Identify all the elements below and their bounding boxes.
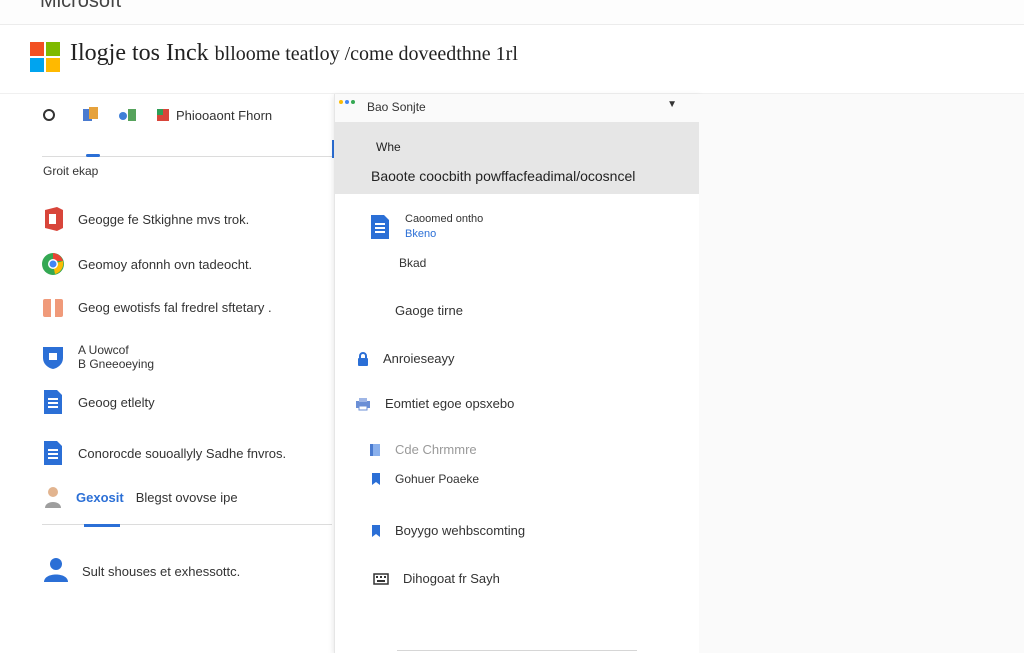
page-title-main: Ilogje tos Inck <box>70 40 209 66</box>
section-label: Groit ekap <box>43 164 99 178</box>
apps-icon <box>119 109 136 121</box>
list-item-label: Geomoy afonnh ovn tadeocht. <box>78 256 253 272</box>
chevron-down-icon[interactable]: ▼ <box>667 99 677 110</box>
document-icon <box>157 109 169 121</box>
top-brand-strip: Microsoft <box>0 0 1024 25</box>
toolbar-circle-button[interactable] <box>42 104 56 126</box>
user-icon <box>38 555 74 588</box>
color-dots-icon <box>339 100 355 104</box>
bookmark-icon <box>371 472 381 486</box>
footer-label: Sult shouses et exhessottc. <box>82 563 241 579</box>
dropdown-option-label: Dihogoat fr Sayh <box>403 571 500 586</box>
book-icon <box>369 443 381 457</box>
dropdown-option-label: Cde Chrmmre <box>395 442 477 457</box>
files-icon <box>83 107 98 121</box>
dropdown-option[interactable]: Boyygo wehbscomting <box>371 523 525 538</box>
dropdown-option-label: Gaoge tirne <box>395 303 463 318</box>
toolbar-document-label: Phiooaont Fhorn <box>176 107 273 123</box>
office-icon <box>40 206 66 232</box>
doc-blue-icon <box>369 213 391 241</box>
list-item[interactable]: Geomoy afonnh ovn tadeocht. <box>40 249 330 279</box>
page-title-sub: blloome teatloy /come doveedthne 1rl <box>214 43 518 65</box>
dropdown-panel[interactable]: Bao Sonjte ▼ Whe Baoote coocbith powffac… <box>334 94 700 653</box>
dropdown-option[interactable]: Anroieseayy <box>357 351 455 366</box>
dropdown-option[interactable]: Bkad <box>399 256 426 270</box>
doc-blue-icon <box>40 440 66 466</box>
highlight-label-top: Whe <box>376 140 401 154</box>
dropdown-option-label: Bkad <box>399 256 427 270</box>
toolbar: Phiooaont Fhorn <box>42 104 332 128</box>
dropdown-option[interactable]: Gaoge tirne <box>395 303 463 318</box>
dropdown-option[interactable]: Caoomed ontho Bkeno <box>369 212 483 242</box>
print-icon <box>355 397 371 411</box>
toolbar-active-indicator <box>86 154 100 157</box>
list-item-label: Geog ewotisfs fal fredrel sftetary . <box>78 299 272 315</box>
toolbar-files-button[interactable] <box>82 104 100 126</box>
list-active-indicator <box>84 524 120 527</box>
gift-icon <box>40 294 66 320</box>
list-item-label-line2: B Gneeoeying <box>78 357 155 371</box>
list-item-label-line1: A Uowcof <box>78 343 129 357</box>
dropdown-option[interactable]: Dihogoat fr Sayh <box>373 571 500 586</box>
lock-icon <box>357 351 369 366</box>
dropdown-option-label: Anroieseayy <box>383 351 455 366</box>
dropdown-option[interactable]: Eomtiet egoe opsxebo <box>355 396 514 411</box>
list-item-label: Conorocde souoallyly Sadhe fnvros. <box>78 445 287 461</box>
toolbar-apps-button[interactable] <box>118 104 138 126</box>
shield-icon <box>40 344 66 370</box>
list-item[interactable]: Gexosit Blegst ovovse ipe <box>40 482 330 512</box>
dropdown-option-label: Boyygo wehbscomting <box>395 523 526 538</box>
chrome-icon <box>40 251 66 277</box>
person-icon <box>40 484 66 510</box>
list-item-chip: Gexosit <box>76 489 124 505</box>
list-item[interactable]: Conorocde souoallyly Sadhe fnvros. <box>40 438 330 468</box>
footer-item[interactable]: Sult shouses et exhessottc. <box>38 554 240 588</box>
dropdown-option-line2: Bkeno <box>405 228 437 240</box>
dropdown-option-line1: Caoomed ontho <box>405 213 484 225</box>
right-pane <box>699 94 1024 653</box>
list-item-label: Geogge fe Stkighne mvs trok. <box>78 211 250 227</box>
keyboard-icon <box>373 572 389 585</box>
doc-blue-icon <box>40 389 66 415</box>
page-title: Ilogje tos Inck blloome teatloy /come do… <box>70 40 518 67</box>
microsoft-logo-icon <box>30 42 60 72</box>
dropdown-option-label: Gohuer Poaeke <box>395 472 480 486</box>
list-item[interactable]: Geogge fe Stkighne mvs trok. <box>40 204 330 234</box>
list-item-label: Geoog etlelty <box>78 394 155 410</box>
list-item[interactable]: Geog ewotisfs fal fredrel sftetary . <box>40 292 330 322</box>
toolbar-document-button[interactable]: Phiooaont Fhorn <box>156 104 272 126</box>
dropdown-selected-value: Bao Sonjte <box>367 100 426 114</box>
dropdown-option-label: Eomtiet egoe opsxebo <box>385 396 515 411</box>
dropdown-highlighted-option[interactable]: Whe Baoote coocbith powffacfeadimal/ocos… <box>335 122 699 194</box>
dropdown-option[interactable]: Gohuer Poaeke <box>371 472 479 486</box>
circle-icon <box>43 109 55 121</box>
list-item-label: A Uowcof B Gneeoeying <box>78 343 154 371</box>
brand-name: Microsoft <box>40 0 122 12</box>
dropdown-header[interactable]: Bao Sonjte ▼ <box>335 94 699 123</box>
bookmark-icon <box>371 524 381 538</box>
list-item[interactable]: Geoog etlelty <box>40 387 330 417</box>
dropdown-option[interactable]: Cde Chrmmre <box>369 442 477 457</box>
left-pane: Phiooaont Fhorn Groit ekap Geogge fe Stk… <box>0 94 333 653</box>
list-item[interactable]: A Uowcof B Gneeoeying <box>40 340 330 374</box>
list-item-label: Blegst ovovse ipe <box>135 489 238 505</box>
highlight-label-main: Baoote coocbith powffacfeadimal/ocosncel <box>371 168 636 184</box>
dropdown-divider <box>397 650 637 651</box>
